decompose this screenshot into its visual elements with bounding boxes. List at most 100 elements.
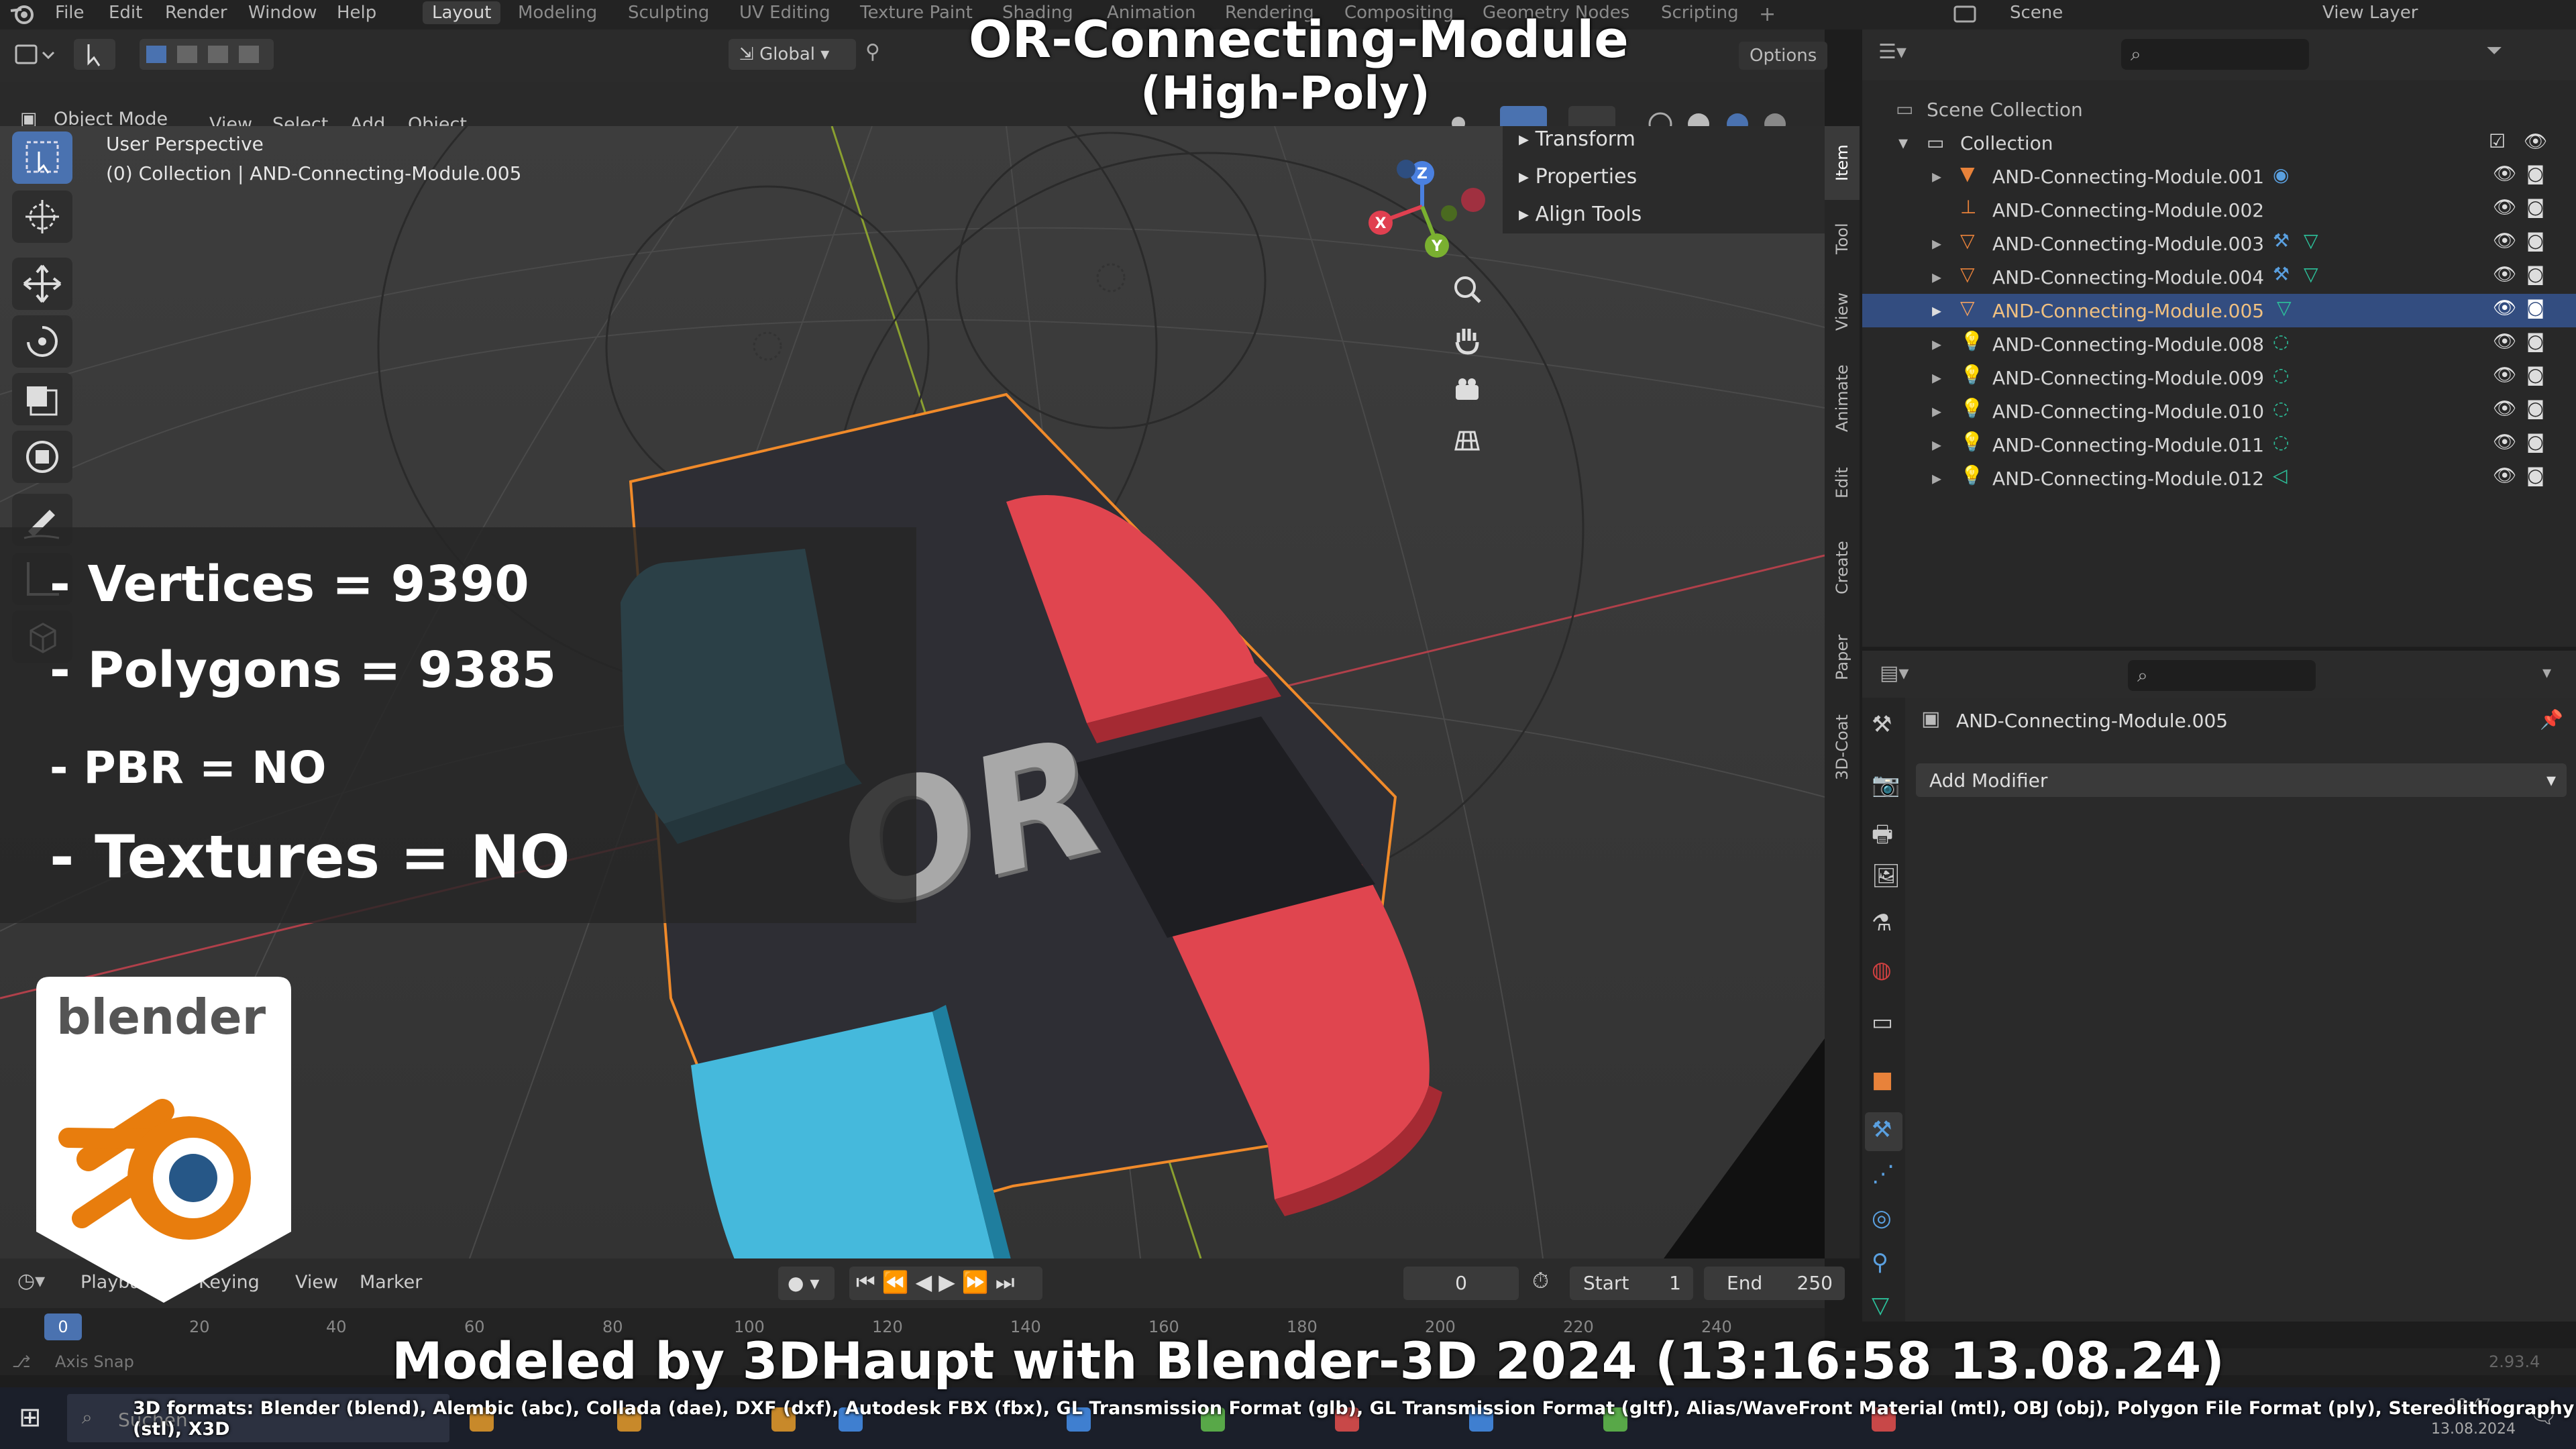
- sidebar-tab-create[interactable]: Create: [1825, 521, 1860, 614]
- outliner-search-field[interactable]: ⌕: [2121, 39, 2309, 70]
- scene-icon[interactable]: ⚗: [1872, 910, 1892, 936]
- modifier-props-icon[interactable]: ⚒: [1865, 1112, 1902, 1151]
- stopwatch-icon[interactable]: ⏱: [1532, 1268, 1549, 1294]
- visibility-eye-icon[interactable]: 👁: [2493, 162, 2517, 184]
- outliner-row-selected[interactable]: ▸ ▽ AND-Connecting-Module.005 ▽ 👁 ◙: [1862, 294, 2576, 327]
- render-camera-icon[interactable]: ◙: [2526, 297, 2544, 319]
- menu-edit[interactable]: Edit: [109, 3, 142, 23]
- panel-transform[interactable]: ▸ Transform: [1519, 127, 1635, 151]
- collection-props-icon[interactable]: ▭: [1872, 1009, 1893, 1036]
- visibility-eye-icon[interactable]: 👁: [2493, 330, 2517, 352]
- properties-search-field[interactable]: ⌕: [2128, 660, 2316, 691]
- object-props-icon[interactable]: ■: [1872, 1067, 1893, 1093]
- select-tool-icon[interactable]: [74, 39, 115, 70]
- tool-settings-icon[interactable]: ⚒: [1872, 711, 1892, 738]
- sidebar-tab-animate[interactable]: Animate: [1825, 352, 1860, 445]
- timeline-view-menu[interactable]: View: [295, 1272, 338, 1293]
- sidebar-tab-item[interactable]: Item: [1825, 126, 1860, 200]
- output-icon[interactable]: 🖶: [1872, 818, 1893, 857]
- filter-icon[interactable]: ⏷: [2486, 39, 2502, 62]
- sidebar-tab-tool[interactable]: Tool: [1825, 205, 1860, 272]
- scene-selector-icon[interactable]: [1952, 3, 1979, 25]
- physics-icon[interactable]: ◎: [1872, 1205, 1892, 1232]
- transform-tool[interactable]: [12, 431, 72, 483]
- windows-start-icon[interactable]: ⊞: [19, 1402, 42, 1433]
- menu-window[interactable]: Window: [248, 3, 317, 23]
- tab-sculpting[interactable]: Sculpting: [628, 3, 709, 23]
- menu-file[interactable]: File: [55, 3, 85, 23]
- outliner-row[interactable]: ▸ 💡 AND-Connecting-Module.011 ◌ 👁 ◙: [1862, 428, 2576, 462]
- panel-align-tools[interactable]: ▸ Align Tools: [1519, 203, 1642, 226]
- visibility-eye-icon[interactable]: 👁: [2493, 263, 2517, 285]
- collection-checkbox[interactable]: ☑: [2489, 130, 2506, 152]
- outliner-editor-icon[interactable]: ☰▾: [1878, 40, 1907, 64]
- rotate-tool[interactable]: [12, 315, 72, 368]
- select-box-tool[interactable]: [12, 131, 72, 184]
- visibility-eye-icon[interactable]: 👁: [2493, 397, 2517, 419]
- playback-controls[interactable]: ⏮⏪◀▶⏩⏭: [849, 1267, 1042, 1300]
- sidebar-tab-view[interactable]: View: [1825, 275, 1860, 349]
- world-icon[interactable]: ◍: [1872, 957, 1892, 983]
- sidebar-tab-paper[interactable]: Paper: [1825, 617, 1860, 698]
- render-camera-icon[interactable]: ◙: [2526, 196, 2544, 218]
- render-camera-icon[interactable]: ◙: [2526, 431, 2544, 453]
- visibility-eye-icon[interactable]: 👁: [2493, 229, 2517, 252]
- start-frame-field[interactable]: Start 1: [1570, 1267, 1693, 1300]
- outliner-row[interactable]: ▸ 💡 AND-Connecting-Module.010 ◌ 👁 ◙: [1862, 394, 2576, 428]
- marker-menu[interactable]: Marker: [360, 1272, 422, 1293]
- visibility-eye-icon[interactable]: 👁: [2493, 196, 2517, 218]
- visibility-eye-icon[interactable]: 👁: [2493, 431, 2517, 453]
- pin-icon[interactable]: 📌: [2540, 708, 2563, 731]
- visibility-eye-icon[interactable]: 👁: [2493, 464, 2517, 486]
- render-camera-icon[interactable]: ◙: [2526, 364, 2544, 386]
- render-camera-icon[interactable]: ◙: [2526, 330, 2544, 352]
- menu-render[interactable]: Render: [165, 3, 227, 23]
- tab-layout[interactable]: Layout: [423, 1, 501, 24]
- axis-gizmo[interactable]: Z X Y: [1355, 140, 1503, 274]
- tab-uv-editing[interactable]: UV Editing: [739, 3, 830, 23]
- constraints-icon[interactable]: ⚲: [1872, 1249, 1888, 1276]
- outliner-row[interactable]: ▸ 💡 AND-Connecting-Module.012 ◁ 👁 ◙: [1862, 462, 2576, 495]
- add-workspace-icon[interactable]: +: [1759, 3, 1776, 26]
- camera-icon[interactable]: [1449, 373, 1485, 409]
- render-camera-icon[interactable]: ◙: [2526, 263, 2544, 285]
- render-camera-icon[interactable]: ◙: [2526, 162, 2544, 184]
- scene-name[interactable]: Scene: [2010, 3, 2063, 23]
- cursor-tool[interactable]: [12, 191, 72, 243]
- outliner-row[interactable]: ▸ ▼ AND-Connecting-Module.001 ◉ 👁 ◙: [1862, 160, 2576, 193]
- blender-menu-icon[interactable]: [9, 1, 36, 27]
- properties-options-icon[interactable]: ▾: [2542, 663, 2551, 683]
- end-frame-field[interactable]: End 250: [1704, 1267, 1845, 1300]
- options-dropdown[interactable]: Options: [1739, 42, 1828, 70]
- outliner-row[interactable]: ⊥ AND-Connecting-Module.002 👁 ◙: [1862, 193, 2576, 227]
- pan-hand-icon[interactable]: [1449, 322, 1485, 358]
- view-layer-name[interactable]: View Layer: [2322, 3, 2418, 23]
- data-props-icon[interactable]: ▽: [1872, 1292, 1889, 1319]
- view-layer-icon[interactable]: 🖼: [1872, 863, 1900, 890]
- grid-view-icon[interactable]: [1449, 423, 1485, 459]
- properties-editor-icon[interactable]: ▤▾: [1880, 661, 1909, 685]
- pivot-icon[interactable]: ⚲: [865, 40, 880, 64]
- particles-icon[interactable]: ⋰: [1872, 1161, 1894, 1187]
- render-camera-icon[interactable]: ◙: [2526, 397, 2544, 419]
- zoom-icon[interactable]: [1449, 272, 1485, 309]
- add-modifier-dropdown[interactable]: Add Modifier ▾: [1916, 763, 2567, 797]
- outliner-row[interactable]: ▸ 💡 AND-Connecting-Module.008 ◌ 👁 ◙: [1862, 327, 2576, 361]
- collection-visibility-icon[interactable]: 👁: [2524, 130, 2548, 152]
- sidebar-tab-edit[interactable]: Edit: [1825, 448, 1860, 518]
- render-camera-icon[interactable]: ◙: [2526, 229, 2544, 252]
- selection-mode-buttons[interactable]: [140, 39, 274, 70]
- scene-collection-row[interactable]: ▭ Scene Collection: [1862, 93, 2576, 126]
- tab-texture-paint[interactable]: Texture Paint: [860, 3, 973, 23]
- current-frame-field[interactable]: 0: [1403, 1267, 1519, 1300]
- transform-orientation-dropdown[interactable]: ⇲ Global ▾: [729, 39, 856, 70]
- visibility-eye-icon[interactable]: 👁: [2493, 364, 2517, 386]
- sidebar-tab-3d-coat[interactable]: 3D-Coat: [1825, 700, 1860, 794]
- move-tool[interactable]: [12, 258, 72, 310]
- record-button[interactable]: ● ▾: [778, 1267, 835, 1300]
- playhead[interactable]: 0: [44, 1313, 82, 1340]
- menu-help[interactable]: Help: [337, 3, 376, 23]
- panel-properties[interactable]: ▸ Properties: [1519, 165, 1637, 189]
- outliner-row[interactable]: ▸ ▽ AND-Connecting-Module.003 ⚒ ▽ 👁 ◙: [1862, 227, 2576, 260]
- tab-modeling[interactable]: Modeling: [518, 3, 597, 23]
